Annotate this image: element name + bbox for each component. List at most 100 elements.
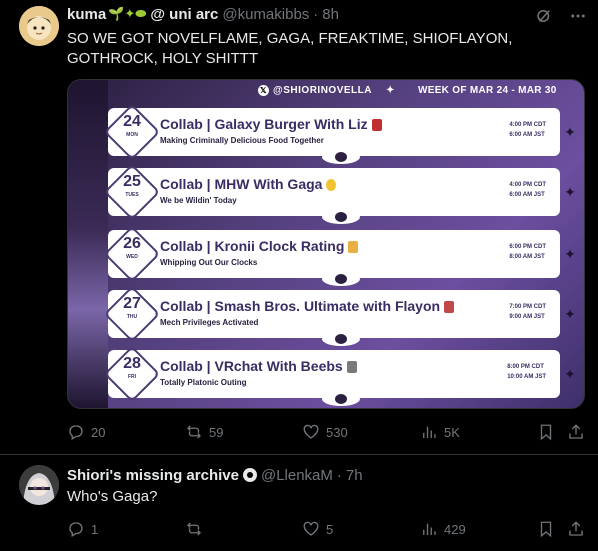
- views-icon: [423, 523, 436, 535]
- date-day: THU: [126, 314, 138, 320]
- schedule-time-cdt: 4:00 PM CDT: [509, 122, 546, 128]
- lipstick-icon: [371, 119, 382, 132]
- schedule-card: 28 FRI Collab | VRchat With Beebs Totall…: [103, 345, 560, 403]
- more-icon[interactable]: [568, 6, 588, 26]
- share-icon: [569, 521, 583, 536]
- verified-badge-icon: [242, 468, 257, 482]
- schedule-card: 25 TUES Collab | MHW With Gaga We be Wil…: [103, 163, 560, 221]
- reply-icon: [69, 425, 83, 440]
- star-icon: ✦: [564, 124, 576, 140]
- schedule-time-jst: 6:00 AM JST: [509, 132, 545, 138]
- views-icon: [423, 426, 436, 438]
- post-actions: 1 5 429: [67, 519, 587, 539]
- date-number: 26: [123, 235, 141, 252]
- avatar-image: [19, 465, 59, 505]
- views-button[interactable]: 429: [420, 520, 466, 538]
- date-number: 27: [123, 295, 141, 312]
- x-logo-icon: 𝕏: [258, 85, 269, 96]
- schedule-subtitle: Making Criminally Delicious Food Togethe…: [160, 136, 324, 145]
- date-day: FRI: [127, 374, 137, 380]
- schedule-subtitle: Totally Platonic Outing: [160, 378, 247, 387]
- author-handle[interactable]: @LlenkaM: [261, 467, 333, 484]
- schedule-time-jst: 8:00 AM JST: [509, 254, 545, 260]
- post-media[interactable]: 𝕏 @SHIORINOVELLA ✦ WEEK OF MAR 24 - MAR …: [67, 79, 585, 409]
- schedule-title: Collab | MHW With Gaga: [160, 176, 337, 192]
- moai-icon: [346, 361, 357, 374]
- pacifier-icon: [326, 179, 337, 192]
- schedule-subtitle: Whipping Out Our Clocks: [160, 258, 258, 267]
- views-button[interactable]: 5K: [420, 423, 460, 441]
- like-button[interactable]: 530: [302, 423, 348, 441]
- hourglass-icon: [348, 241, 359, 254]
- share-icon: [569, 424, 583, 439]
- like-icon: [303, 521, 319, 536]
- post-time[interactable]: 7h: [346, 467, 363, 484]
- post[interactable]: kuma 🌱✦⬬ @ uni arc @kumakibbs · 8h SO WE…: [0, 0, 598, 455]
- reply-button[interactable]: 20: [67, 423, 105, 441]
- schedule-time: 4:00 PM CDT 6:00 AM JST: [509, 120, 546, 140]
- bookmark-icon: [540, 521, 552, 538]
- schedule-title-text: Collab | MHW With Gaga: [160, 176, 323, 192]
- like-count: 5: [326, 521, 334, 537]
- media-week: WEEK OF MAR 24 - MAR 30: [418, 85, 557, 96]
- schedule-time-cdt: 7:00 PM CDT: [509, 304, 546, 310]
- share-button[interactable]: [567, 520, 585, 538]
- schedule-subtitle: Mech Privileges Activated: [160, 318, 259, 327]
- star-icon: ✦: [564, 366, 576, 382]
- date-day: TUES: [125, 192, 139, 198]
- reply-icon: [69, 522, 83, 537]
- reply-button[interactable]: 1: [67, 520, 98, 538]
- schedule-time-jst: 6:00 AM JST: [509, 192, 545, 198]
- bookmark-button[interactable]: [537, 423, 555, 441]
- date-day: MON: [126, 132, 138, 138]
- schedule-time: 8:00 PM CDT 10:00 AM JST: [507, 362, 546, 382]
- reply-post[interactable]: Shiori's missing archive @LlenkaM · 7h W…: [0, 455, 598, 551]
- date-number: 25: [123, 173, 141, 190]
- bookmark-icon: [540, 424, 552, 441]
- post-actions: 20 59 530 5K: [67, 422, 587, 442]
- avatar[interactable]: [19, 465, 59, 505]
- avatar[interactable]: [19, 6, 59, 46]
- post-time[interactable]: 8h: [322, 6, 339, 23]
- post-top-actions: [534, 6, 588, 26]
- repost-icon: [187, 522, 201, 536]
- share-button[interactable]: [567, 423, 585, 441]
- avatar-image: [19, 6, 59, 46]
- schedule-title-text: Collab | Smash Bros. Ultimate with Flayo…: [160, 298, 441, 314]
- post-header: Shiori's missing archive @LlenkaM · 7h: [67, 465, 363, 485]
- author-suffix[interactable]: @ uni arc: [150, 6, 218, 23]
- separator: ·: [336, 466, 342, 484]
- date-number: 24: [123, 113, 141, 130]
- eye-icon: [322, 272, 360, 286]
- grok-icon[interactable]: [534, 6, 554, 26]
- views-count: 5K: [444, 424, 460, 440]
- like-button[interactable]: 5: [302, 520, 333, 538]
- post-text: Who's Gaga?: [67, 488, 158, 505]
- schedule-title-text: Collab | Galaxy Burger With Liz: [160, 116, 368, 132]
- eye-icon: [322, 150, 360, 164]
- author-name[interactable]: Shiori's missing archive: [67, 467, 239, 484]
- schedule-title: Collab | Galaxy Burger With Liz: [160, 116, 382, 132]
- author-emoji: 🌱✦⬬: [108, 6, 147, 21]
- schedule-subtitle: We be Wildin' Today: [160, 196, 237, 205]
- post-text: SO WE GOT NOVELFLAME, GAGA, FREAKTIME, S…: [67, 30, 513, 67]
- jar-icon: [444, 301, 455, 314]
- bookmark-button[interactable]: [537, 520, 555, 538]
- star-icon: ✦: [564, 306, 576, 322]
- repost-icon: [187, 425, 201, 439]
- repost-button[interactable]: [185, 520, 209, 538]
- reply-count: 1: [91, 521, 99, 537]
- schedule-title: Collab | Kronii Clock Rating: [160, 238, 359, 254]
- post-header: kuma 🌱✦⬬ @ uni arc @kumakibbs · 8h: [67, 4, 339, 24]
- author-name[interactable]: kuma: [67, 6, 106, 23]
- reply-count: 20: [91, 424, 106, 440]
- media-header: 𝕏 @SHIORINOVELLA ✦ WEEK OF MAR 24 - MAR …: [68, 80, 584, 102]
- author-handle[interactable]: @kumakibbs: [222, 6, 309, 23]
- star-icon: ✦: [564, 246, 576, 262]
- schedule-title: Collab | Smash Bros. Ultimate with Flayo…: [160, 298, 455, 314]
- schedule-time-cdt: 6:00 PM CDT: [509, 244, 546, 250]
- media-handle: 𝕏 @SHIORINOVELLA ✦: [258, 85, 395, 96]
- repost-button[interactable]: 59: [185, 423, 223, 441]
- schedule-time: 6:00 PM CDT 8:00 AM JST: [509, 242, 546, 262]
- schedule-card: 24 MON Collab | Galaxy Burger With Liz M…: [103, 103, 560, 161]
